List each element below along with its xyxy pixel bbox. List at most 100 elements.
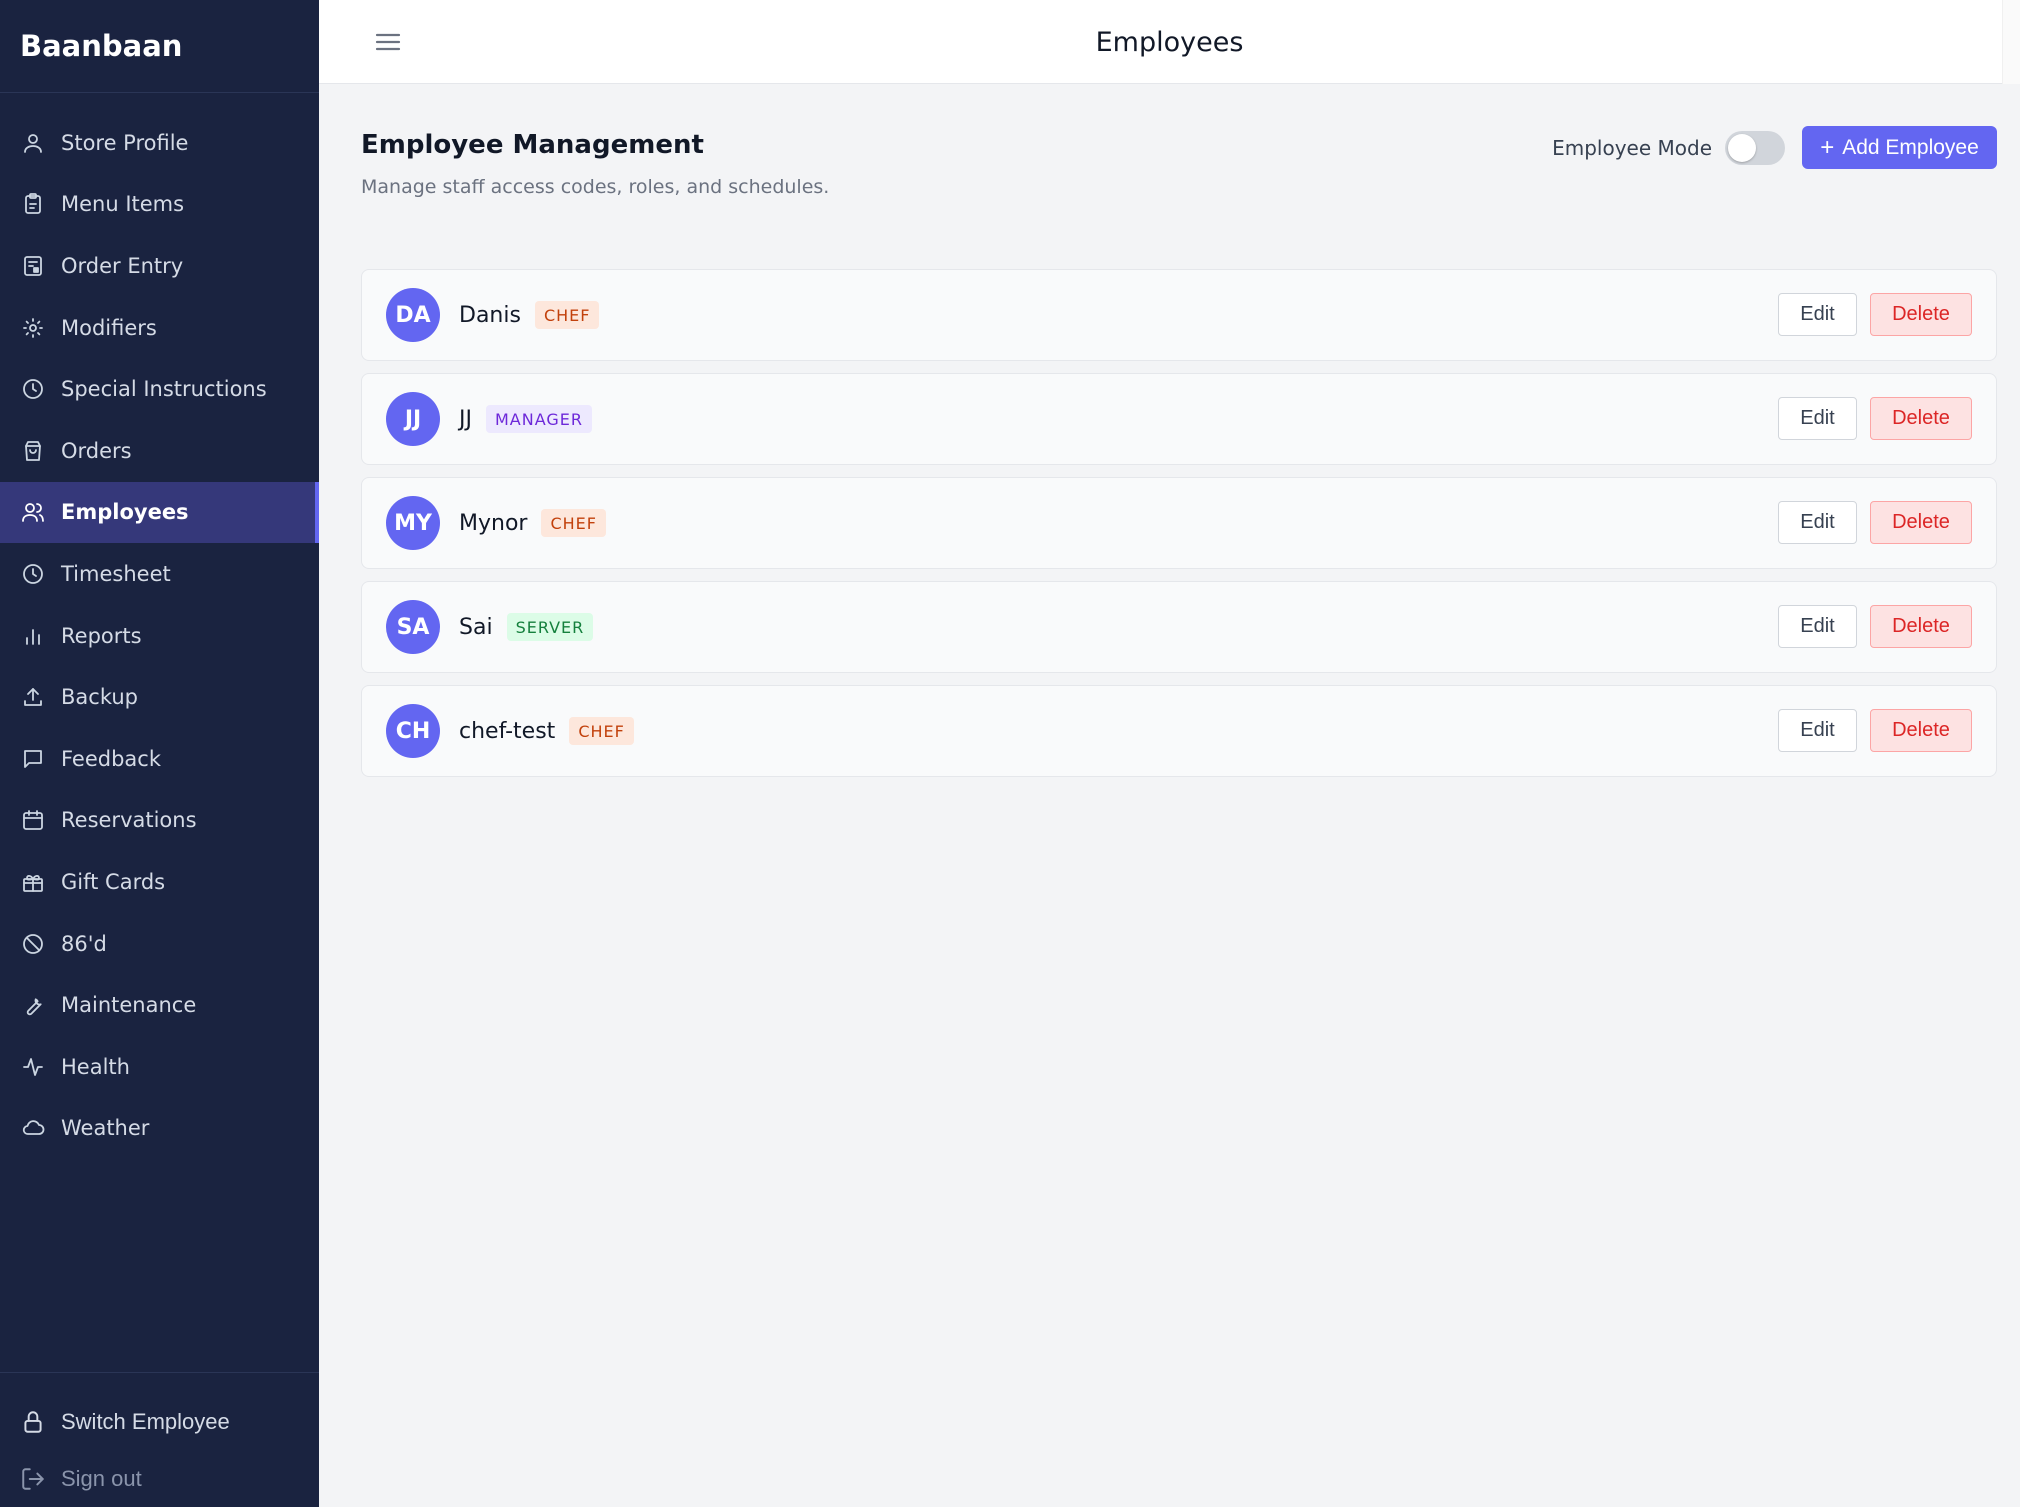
delete-button[interactable]: Delete: [1870, 397, 1972, 440]
role-badge: CHEF: [541, 509, 606, 537]
employee-name: JJ: [459, 406, 472, 432]
clock-icon: [20, 376, 46, 402]
sidebar-footer: Switch Employee Sign out: [0, 1372, 319, 1507]
delete-button[interactable]: Delete: [1870, 501, 1972, 544]
switch-employee-button[interactable]: Switch Employee: [0, 1393, 319, 1450]
switch-employee-label: Switch Employee: [61, 1408, 230, 1434]
row-actions: Edit Delete: [1778, 709, 1972, 752]
delete-button[interactable]: Delete: [1870, 605, 1972, 648]
sidebar-item-orders[interactable]: Orders: [0, 420, 319, 482]
sidebar-item-health[interactable]: Health: [0, 1036, 319, 1098]
sign-out-icon: [22, 1467, 44, 1490]
role-badge: MANAGER: [485, 405, 592, 433]
sidebar-item-label: Timesheet: [61, 561, 171, 586]
employee-mode-label: Employee Mode: [1552, 136, 1712, 160]
add-employee-button[interactable]: + Add Employee: [1802, 126, 1997, 169]
sidebar-item-special-instructions[interactable]: Special Instructions: [0, 358, 319, 420]
sign-out-button[interactable]: Sign out: [0, 1450, 319, 1507]
avatar: DA: [386, 288, 440, 342]
avatar: MY: [386, 496, 440, 550]
sidebar-item-label: Employees: [61, 500, 189, 525]
sidebar-item-label: Special Instructions: [61, 377, 267, 402]
sign-out-label: Sign out: [61, 1465, 142, 1491]
sidebar-item-menu-items[interactable]: Menu Items: [0, 174, 319, 236]
employee-row: SA Sai SERVER Edit Delete: [361, 581, 1997, 673]
sidebar-item-label: Gift Cards: [61, 869, 166, 894]
employee-row: DA Danis CHEF Edit Delete: [361, 269, 1997, 361]
edit-button[interactable]: Edit: [1778, 605, 1857, 648]
ban-icon: [20, 931, 46, 957]
sidebar-item-maintenance[interactable]: Maintenance: [0, 974, 319, 1036]
avatar: JJ: [386, 392, 440, 446]
delete-button[interactable]: Delete: [1870, 293, 1972, 336]
bag-icon: [20, 438, 46, 464]
scrollbar[interactable]: [2002, 0, 2020, 84]
employee-name: chef-test: [459, 718, 556, 744]
calendar-icon: [20, 807, 46, 833]
sidebar-item-label: Modifiers: [61, 315, 157, 340]
wrench-icon: [20, 992, 46, 1018]
sidebar-item-label: Reports: [61, 623, 142, 648]
sidebar-item-weather[interactable]: Weather: [0, 1098, 319, 1160]
tablet-icon: [20, 253, 46, 279]
user-icon: [20, 130, 46, 156]
toggle-knob: [1728, 134, 1756, 162]
clock-icon: [20, 561, 46, 587]
employee-row: JJ JJ MANAGER Edit Delete: [361, 373, 1997, 465]
brand-logo[interactable]: Baanbaan: [0, 0, 319, 93]
sidebar-item-label: 86'd: [61, 931, 107, 956]
section-title: Employee Management: [361, 130, 704, 160]
delete-button[interactable]: Delete: [1870, 709, 1972, 752]
lock-icon: [24, 1410, 42, 1433]
avatar: SA: [386, 600, 440, 654]
upload-icon: [20, 684, 46, 710]
sidebar-item-label: Menu Items: [61, 192, 185, 217]
menu-toggle-button[interactable]: [373, 27, 403, 57]
page-title: Employees: [1095, 26, 1244, 58]
section-subtitle: Manage staff access codes, roles, and sc…: [361, 176, 830, 198]
role-badge: SERVER: [506, 613, 594, 641]
sidebar-item-store-profile[interactable]: Store Profile: [0, 112, 319, 174]
add-employee-label: Add Employee: [1842, 135, 1979, 159]
employee-row: MY Mynor CHEF Edit Delete: [361, 477, 1997, 569]
sidebar-item-employees[interactable]: Employees: [0, 481, 319, 544]
sidebar-item-gift-cards[interactable]: Gift Cards: [0, 851, 319, 913]
edit-button[interactable]: Edit: [1778, 293, 1857, 336]
employee-row: CH chef-test CHEF Edit Delete: [361, 685, 1997, 777]
top-bar: Employees: [319, 0, 2020, 84]
message-icon: [20, 746, 46, 772]
edit-button[interactable]: Edit: [1778, 709, 1857, 752]
sidebar-item-backup[interactable]: Backup: [0, 666, 319, 728]
row-actions: Edit Delete: [1778, 397, 1972, 440]
bar-chart-icon: [20, 623, 46, 649]
sidebar-item-label: Health: [61, 1054, 130, 1079]
sidebar: Baanbaan Store Profile Menu Items Order En…: [0, 0, 319, 1507]
sidebar-item-label: Reservations: [61, 808, 197, 833]
sun-icon: [20, 315, 46, 341]
plus-icon: +: [1820, 133, 1835, 161]
employee-list: DA Danis CHEF Edit Delete JJ JJ MANAGER Edit Dele…: [361, 269, 1997, 789]
hamburger-icon: [375, 33, 401, 51]
sidebar-item-feedback[interactable]: Feedback: [0, 728, 319, 790]
sidebar-item-label: Feedback: [61, 746, 162, 771]
row-actions: Edit Delete: [1778, 605, 1972, 648]
employee-name: Mynor: [459, 510, 528, 536]
sidebar-item-86-d[interactable]: 86'd: [0, 913, 319, 975]
sidebar-item-reservations[interactable]: Reservations: [0, 790, 319, 852]
sidebar-item-label: Weather: [61, 1116, 150, 1141]
employee-mode-toggle[interactable]: [1725, 131, 1785, 165]
sidebar-item-label: Orders: [61, 438, 132, 463]
employee-name: Danis: [459, 302, 521, 328]
sidebar-item-reports[interactable]: Reports: [0, 605, 319, 667]
role-badge: CHEF: [534, 301, 600, 329]
sidebar-item-label: Maintenance: [61, 993, 197, 1018]
sidebar-item-label: Store Profile: [61, 130, 189, 155]
row-actions: Edit Delete: [1778, 293, 1972, 336]
edit-button[interactable]: Edit: [1778, 397, 1857, 440]
users-icon: [20, 499, 46, 525]
sidebar-item-order-entry[interactable]: Order Entry: [0, 235, 319, 297]
sidebar-item-modifiers[interactable]: Modifiers: [0, 297, 319, 359]
activity-icon: [20, 1054, 46, 1080]
edit-button[interactable]: Edit: [1778, 501, 1857, 544]
sidebar-item-timesheet[interactable]: Timesheet: [0, 543, 319, 605]
